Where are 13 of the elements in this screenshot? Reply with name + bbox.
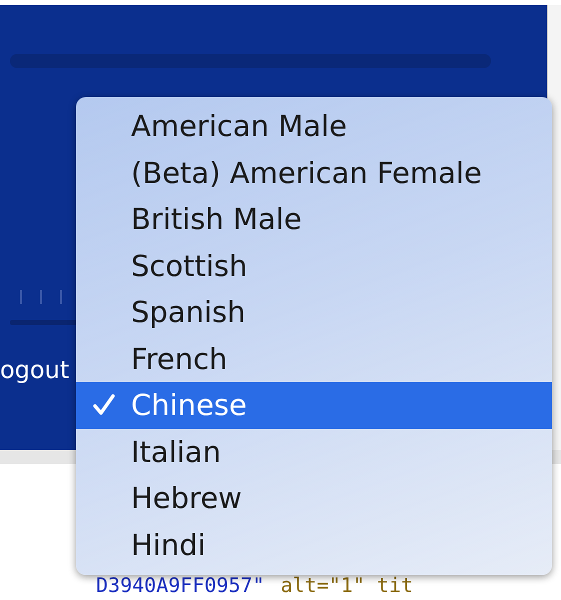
menu-item[interactable]: British Male bbox=[76, 196, 552, 242]
menu-item[interactable]: Hebrew bbox=[76, 475, 552, 522]
menu-item[interactable]: Scottish bbox=[76, 242, 552, 289]
code-text: D3940A9FF0957" bbox=[96, 574, 265, 596]
menu-item[interactable]: (Beta) American Female bbox=[76, 150, 552, 196]
menu-item[interactable]: Italian bbox=[76, 428, 552, 475]
menu-item[interactable]: Chinese bbox=[76, 382, 552, 428]
menu-item[interactable]: American Male bbox=[76, 103, 552, 150]
code-text: alt="1" tit bbox=[280, 574, 414, 596]
menu-item[interactable]: Hindi bbox=[76, 522, 552, 568]
menu-item[interactable]: French bbox=[76, 336, 552, 382]
menu-item[interactable]: Spanish bbox=[76, 289, 552, 336]
logout-link[interactable]: ogout bbox=[0, 353, 76, 387]
